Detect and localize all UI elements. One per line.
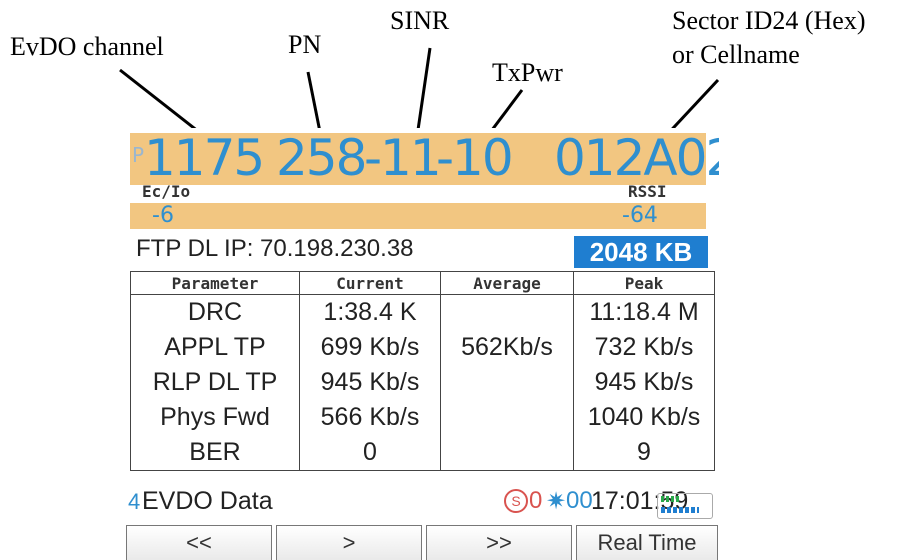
ecio-label: Ec/Io	[142, 182, 191, 201]
softkey-next-button[interactable]: >	[276, 525, 422, 560]
cell-average	[440, 400, 574, 435]
cell-peak: 1040 Kb/s	[573, 400, 715, 435]
softkey-fast-forward-button[interactable]: >>	[426, 525, 572, 560]
status-bar: 4 EVDO Data S 0 ✷ 00 17:01:59	[126, 483, 719, 519]
table-row: DRC 1:38.4 K 11:18.4 M	[130, 294, 715, 330]
cell-current: 699 Kb/s	[299, 330, 441, 365]
column-header-parameter: Parameter	[130, 271, 300, 295]
cell-parameter: DRC	[130, 294, 300, 330]
header-prefix: P	[132, 143, 145, 167]
cell-average	[440, 294, 574, 330]
battery-icon	[657, 493, 713, 519]
battery-level-icon	[661, 507, 699, 513]
cell-peak: 11:18.4 M	[573, 294, 715, 330]
pn-value: 258	[276, 129, 367, 187]
leader-sinr	[416, 47, 432, 131]
softkey-rewind-button[interactable]: <<	[126, 525, 272, 560]
cell-current: 1:38.4 K	[299, 294, 441, 330]
s-badge-icon: S	[504, 489, 528, 513]
softkey-bar: << > >> Real Time	[126, 525, 719, 560]
cell-average	[440, 435, 574, 471]
ecio-value: -6	[152, 203, 174, 228]
status-alert-count: 0	[529, 487, 543, 514]
status-mode-label: EVDO Data	[142, 487, 273, 515]
cell-parameter: Phys Fwd	[130, 400, 300, 435]
sinr-value: -11	[364, 129, 442, 187]
download-size-badge: 2048 KB	[574, 236, 708, 268]
cell-parameter: RLP DL TP	[130, 365, 300, 400]
status-number: 4	[128, 489, 141, 514]
evdo-channel-value: 1175	[144, 129, 265, 187]
pin-icon: ✷	[546, 488, 567, 515]
device-screen: P 1175 258 -11 -10 012A02 Ec/Io RSSI -6 …	[126, 128, 719, 560]
table-row: RLP DL TP 945 Kb/s 945 Kb/s	[130, 365, 715, 400]
txpwr-value: -10	[436, 129, 514, 187]
cell-current: 0	[299, 435, 441, 471]
signal-bars-icon	[661, 496, 679, 502]
cell-average: 562Kb/s	[440, 330, 574, 365]
column-header-current: Current	[299, 271, 441, 295]
cell-peak: 945 Kb/s	[573, 365, 715, 400]
table-row: Phys Fwd 566 Kb/s 1040 Kb/s	[130, 400, 715, 435]
table-row: BER 0 9	[130, 435, 715, 471]
stats-table: Parameter Current Average Peak DRC 1:38.…	[130, 271, 715, 471]
cell-current: 945 Kb/s	[299, 365, 441, 400]
ftp-download-ip: FTP DL IP: 70.198.230.38	[136, 235, 414, 262]
column-header-peak: Peak	[573, 271, 715, 295]
cell-peak: 9	[573, 435, 715, 471]
cell-average	[440, 365, 574, 400]
softkey-real-time-button[interactable]: Real Time	[576, 525, 718, 560]
status-counter: 00	[566, 487, 593, 514]
rssi-value: -64	[622, 203, 658, 228]
cell-peak: 732 Kb/s	[573, 330, 715, 365]
sector-id-value: 012A02	[554, 129, 719, 187]
rssi-label: RSSI	[628, 182, 667, 201]
header-band-bottom	[130, 203, 706, 229]
cell-parameter: APPL TP	[130, 330, 300, 365]
table-row: APPL TP 699 Kb/s 562Kb/s 732 Kb/s	[130, 330, 715, 365]
leader-txpwr	[490, 89, 524, 131]
column-header-average: Average	[440, 271, 574, 295]
cell-parameter: BER	[130, 435, 300, 471]
cell-current: 566 Kb/s	[299, 400, 441, 435]
table-header-row: Parameter Current Average Peak	[130, 271, 715, 295]
